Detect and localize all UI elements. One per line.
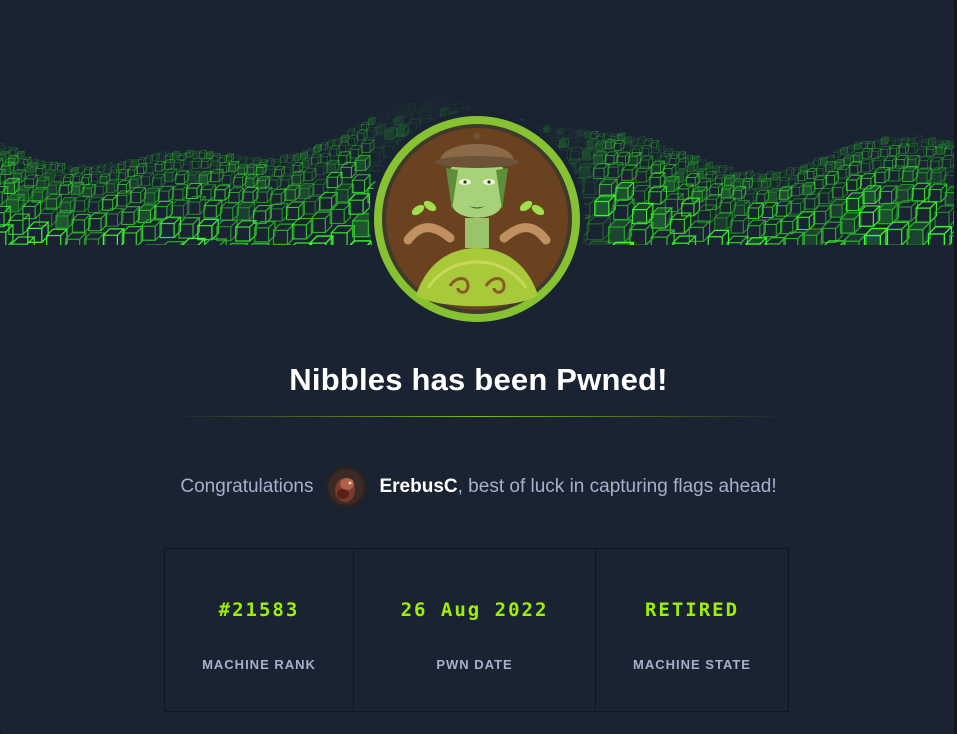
user-avatar[interactable] — [325, 466, 368, 508]
pwn-date-value: 26 Aug 2022 — [400, 599, 549, 621]
stats-panel: #21583 MACHINE RANK 26 Aug 2022 PWN DATE… — [164, 548, 789, 712]
machine-state-value: RETIRED — [644, 599, 740, 621]
congratulations-message: Congratulations ErebusC , best of luck i… — [0, 465, 957, 509]
page-title: Nibbles has been Pwned! — [289, 362, 668, 397]
machine-rank-label: MACHINE RANK — [202, 657, 316, 672]
stat-machine-rank: #21583 MACHINE RANK — [165, 549, 354, 711]
machine-rank-value: #21583 — [218, 599, 300, 621]
machine-avatar — [368, 110, 586, 328]
congrats-suffix: , best of luck in capturing flags ahead! — [457, 476, 777, 497]
stat-pwn-date: 26 Aug 2022 PWN DATE — [354, 549, 596, 711]
machine-state-label: MACHINE STATE — [633, 657, 751, 672]
title-divider — [170, 416, 787, 417]
congrats-prefix: Congratulations — [180, 476, 314, 497]
pwn-date-label: PWN DATE — [436, 657, 513, 672]
pwned-card: Nibbles has been Pwned! Congratulations … — [0, 0, 957, 734]
username-link[interactable]: ErebusC — [379, 476, 457, 498]
stat-machine-state: RETIRED MACHINE STATE — [596, 549, 788, 711]
